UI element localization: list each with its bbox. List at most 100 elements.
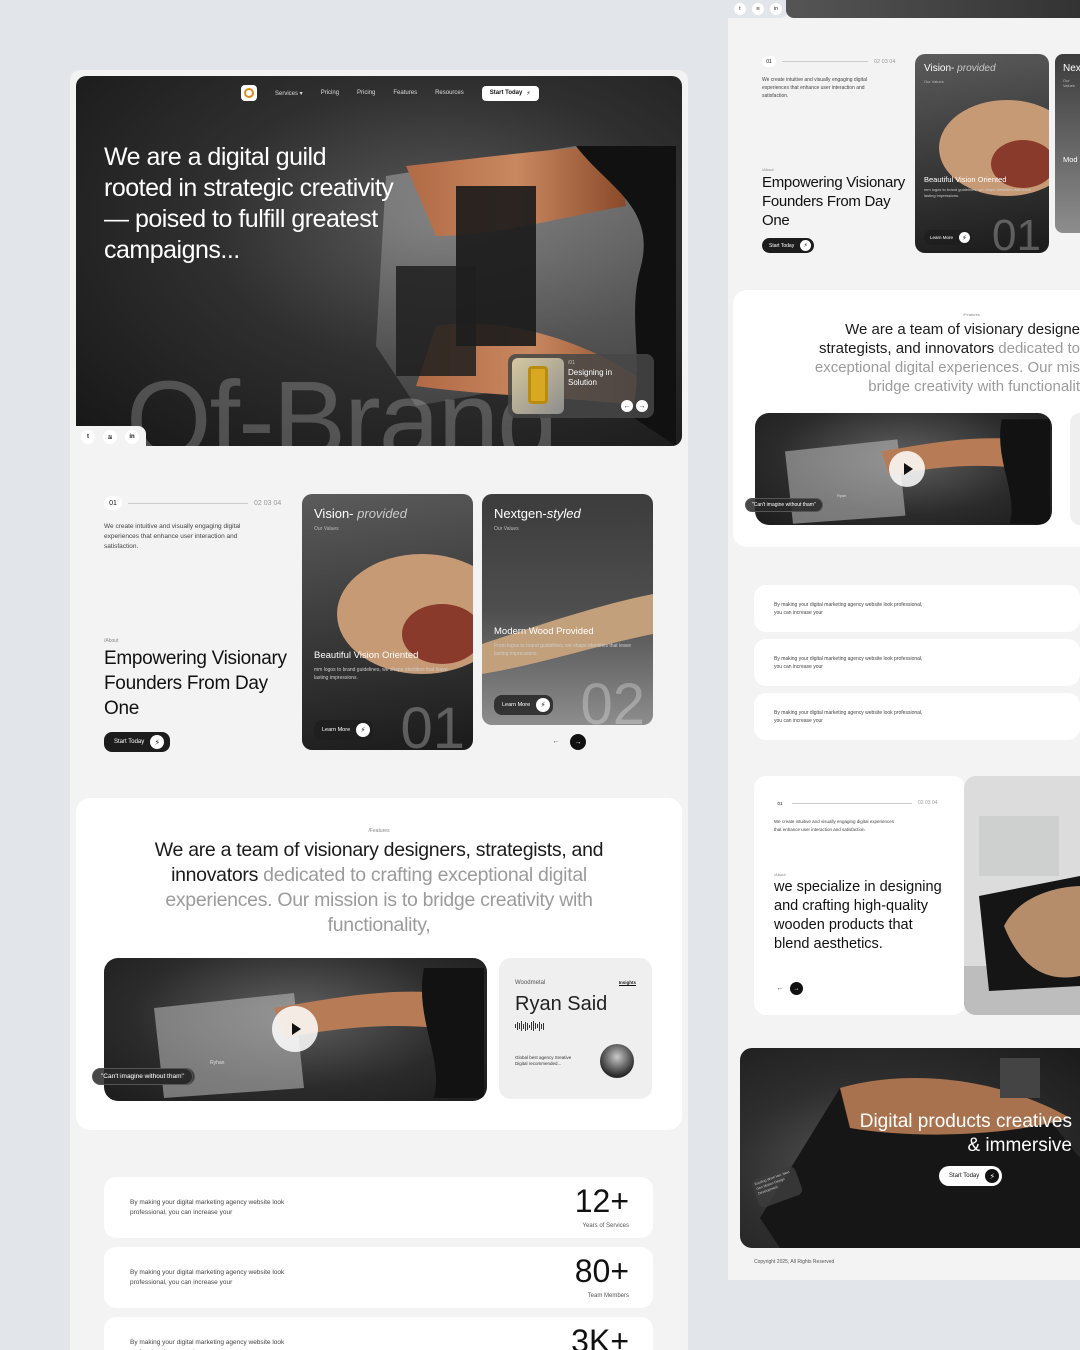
value-card-vision[interactable]: Vision- provided Our Values Beautiful Vi… <box>302 494 473 750</box>
stat-row: By making your digital marketing agency … <box>104 1247 653 1308</box>
arrow-right-icon[interactable]: → <box>790 982 803 995</box>
stat-text: By making your digital marketing agency … <box>130 1339 285 1350</box>
nav-services[interactable]: Services ▾ <box>275 90 303 97</box>
nav-resources[interactable]: Resources <box>435 90 464 96</box>
stat-label: Years of Services <box>582 1223 629 1229</box>
carousel-next-icon[interactable]: → <box>570 734 586 750</box>
twitter-icon[interactable]: t <box>734 3 746 15</box>
counter-rest[interactable]: 02 03 04 <box>254 500 281 507</box>
lightning-icon: ⚡ <box>526 90 531 97</box>
stat-text: By making your digital marketing agency … <box>774 710 923 724</box>
right-team-statement: We are a team of visionary designe strat… <box>814 321 1080 395</box>
right-about-counter: 01 02 03 04 <box>762 56 895 67</box>
ryan-desc: Global best agency Sreative Digital reco… <box>515 1055 572 1066</box>
hero-section: Services ▾ Pricing Pricing Features Reso… <box>76 76 682 446</box>
solution-card[interactable]: /01 Designing in Solution ← → <box>508 354 654 418</box>
video-name: Ryhan <box>210 1060 225 1066</box>
spec-title: we specialize in designing and crafting … <box>774 879 942 952</box>
spotify-icon[interactable]: ≋ <box>103 430 117 444</box>
card-heading: Beautiful Vision Oriented <box>924 175 1007 184</box>
ryan-label: Woodmetal <box>515 980 546 986</box>
stat-value: 12+ <box>574 1183 629 1219</box>
stat-text: By making your digital marketing agency … <box>130 1199 285 1216</box>
stat-row: By making your digital marketing agency … <box>104 1317 653 1350</box>
solution-number: /01 <box>568 360 575 366</box>
arrow-right-icon[interactable]: → <box>636 400 648 412</box>
linkedin-icon[interactable]: in <box>125 430 139 444</box>
card-number: 01 <box>400 696 465 751</box>
right-cta-banner: Digital products creatives & immersive S… <box>740 1048 1080 1248</box>
cta-title: Digital products creatives & immersive <box>859 1111 1072 1156</box>
wood-video-frame <box>154 968 484 1098</box>
audio-waveform-icon[interactable] <box>515 1021 544 1031</box>
wood-table-photo <box>964 776 1080 1015</box>
social-links: t ≋ in <box>76 426 146 448</box>
ryan-name: Ryan Said <box>515 993 608 1015</box>
card-heading: Modern Wood Provided <box>494 626 594 637</box>
about-start-today-button[interactable]: Start Today ⚡ <box>104 732 170 752</box>
arrow-left-icon[interactable]: ← <box>774 982 786 994</box>
right-hero-bottom <box>786 0 1080 18</box>
learn-more-button[interactable]: Learn More ⚡ <box>924 230 973 245</box>
nav-features[interactable]: Features <box>393 90 417 96</box>
right-value-card[interactable]: Vision- provided Our Values Beautiful Vi… <box>915 54 1049 253</box>
lightning-icon: ⚡ <box>356 723 371 737</box>
right-stat-row: By making your digital marketing agency … <box>754 585 1080 632</box>
right-stat-row: By making your digital marketing agency … <box>754 639 1080 686</box>
stat-text: By making your digital marketing agency … <box>774 656 923 670</box>
insights-link[interactable]: Insights <box>618 980 636 986</box>
card-title-em: provided <box>957 63 996 74</box>
team-tag: /Features <box>368 828 390 834</box>
brand-logo-icon[interactable] <box>241 85 257 101</box>
right-value-card-partial[interactable]: Nex Our Values Mod <box>1055 54 1080 233</box>
right-stat-row: By making your digital marketing agency … <box>754 693 1080 740</box>
about-counter: 01 02 03 04 <box>104 496 281 510</box>
value-card-nextgen[interactable]: Nextgen-styled Our Values Modern Wood Pr… <box>482 494 653 725</box>
card-title-em: styled <box>546 506 581 521</box>
card-text: mm logos to brand guidelines, we shape i… <box>924 187 1031 198</box>
card-sub: Our Values <box>314 526 339 532</box>
copyright-text: Copyright 2025, All Rights Reserved <box>754 1259 835 1265</box>
wood-slice-image <box>939 100 1049 196</box>
cta-start-today-button[interactable]: Start Today ⚡ <box>939 1166 1003 1186</box>
right-start-today-button[interactable]: Start Today ⚡ <box>762 238 814 253</box>
about-title: Empowering Visionary Founders From Day O… <box>104 648 287 719</box>
learn-more-button[interactable]: Learn More ⚡ <box>494 695 554 715</box>
stat-value: 80+ <box>574 1253 629 1289</box>
lightning-icon: ⚡ <box>800 240 812 251</box>
counter-active[interactable]: 01 <box>104 496 122 510</box>
right-about-tag: /About <box>762 167 774 172</box>
spec-intro: We create intuitive and visually engagin… <box>774 819 894 832</box>
nav-pricing[interactable]: Pricing <box>321 90 339 96</box>
spec-tag: /About <box>774 872 786 877</box>
right-specialize-card: 01 02 03 04 We create intuitive and visu… <box>754 776 965 1015</box>
card-number: 02 <box>580 672 645 726</box>
hero-headline: We are a digital guild rooted in strateg… <box>104 143 394 264</box>
card-heading: Mod <box>1063 155 1078 164</box>
right-social-links: t ≋ in <box>728 0 788 18</box>
card-sub: Our Values <box>1063 78 1075 88</box>
card-text: From logos to brand guidelines, we shape… <box>494 643 632 657</box>
wood-table-image <box>964 776 1080 1015</box>
carousel-prev-icon[interactable]: ← <box>549 734 563 748</box>
nav-start-today-button[interactable]: Start Today ⚡ <box>481 85 539 101</box>
lightning-icon: ⚡ <box>985 1169 1000 1183</box>
stat-text: By making your digital marketing agency … <box>130 1269 285 1286</box>
ryan-testimonial-card: Woodmetal Insights Ryan Said Global best… <box>499 958 652 1099</box>
about-tag: /About <box>104 638 119 644</box>
arrow-left-icon[interactable]: ← <box>621 400 633 412</box>
spotify-icon[interactable]: ≋ <box>752 3 764 15</box>
stat-label: Team Members <box>587 1293 629 1299</box>
linkedin-icon[interactable]: in <box>770 3 782 15</box>
card-text: mm logos to brand guidelines, we shape i… <box>314 667 448 681</box>
right-video-quote: "Can't imagine without tham" <box>745 498 823 512</box>
play-icon[interactable] <box>889 451 925 487</box>
right-about-title: Empowering Visionary Founders From Day O… <box>762 174 905 229</box>
nav-pricing-secondary[interactable]: Pricing <box>357 90 375 96</box>
hero-watermark-text: Of-Brand <box>126 359 558 447</box>
team-statement: We are a team of visionary designers, st… <box>154 839 604 936</box>
twitter-icon[interactable]: t <box>81 430 95 444</box>
card-heading: Beautiful Vision Oriented <box>314 650 419 661</box>
play-icon[interactable] <box>272 1006 318 1052</box>
learn-more-button[interactable]: Learn More ⚡ <box>314 720 374 740</box>
